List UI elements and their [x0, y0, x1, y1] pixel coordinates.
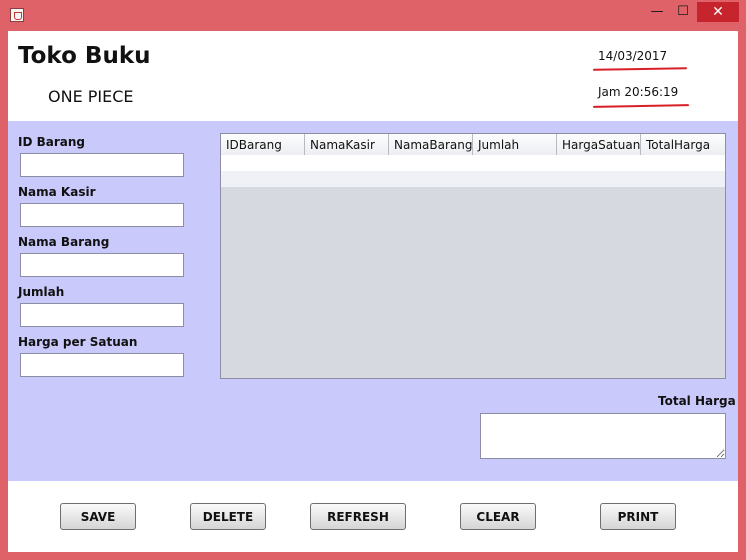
close-button[interactable]: ✕	[697, 2, 739, 22]
store-name-heading: Toko Buku	[18, 43, 151, 69]
id-barang-input[interactable]	[20, 153, 184, 177]
print-button[interactable]: PRINT	[600, 503, 676, 530]
clear-button[interactable]: CLEAR	[460, 503, 536, 530]
table-row[interactable]	[221, 155, 725, 171]
refresh-button[interactable]: REFRESH	[310, 503, 406, 530]
table-row[interactable]	[221, 171, 725, 187]
branch-name: ONE PIECE	[48, 87, 134, 106]
id-barang-label: ID Barang	[18, 135, 85, 149]
title-bar[interactable]: — ☐ ✕	[0, 0, 746, 30]
date-underline-annotation	[592, 67, 688, 71]
time-label: Jam 20:56:19	[598, 85, 679, 99]
column-header-namabarang[interactable]: NamaBarang	[389, 134, 473, 155]
column-header-hargasatuan[interactable]: HargaSatuan	[557, 134, 641, 155]
harga-satuan-input[interactable]	[20, 353, 184, 377]
app-window: — ☐ ✕ Toko Buku ONE PIECE 14/03/2017 Jam…	[0, 0, 746, 560]
nama-kasir-input[interactable]	[20, 203, 184, 227]
form-panel: ID Barang Nama Kasir Nama Barang Jumlah …	[8, 121, 738, 481]
save-button[interactable]: SAVE	[60, 503, 136, 530]
column-header-jumlah[interactable]: Jumlah	[473, 134, 557, 155]
table-header: IDBarang NamaKasir NamaBarang Jumlah Har…	[221, 134, 725, 156]
column-header-namakasir[interactable]: NamaKasir	[305, 134, 389, 155]
transaction-table[interactable]: IDBarang NamaKasir NamaBarang Jumlah Har…	[220, 133, 726, 379]
nama-kasir-label: Nama Kasir	[18, 185, 96, 199]
jumlah-label: Jumlah	[18, 285, 65, 299]
delete-button[interactable]: DELETE	[190, 503, 266, 530]
total-harga-label: Total Harga	[658, 394, 736, 408]
harga-satuan-label: Harga per Satuan	[18, 335, 138, 349]
time-underline-annotation	[592, 104, 690, 108]
column-header-idbarang[interactable]: IDBarang	[221, 134, 305, 155]
java-app-icon	[10, 8, 24, 22]
date-label: 14/03/2017	[598, 49, 668, 63]
maximize-button[interactable]: ☐	[670, 2, 696, 22]
column-header-totalharga[interactable]: TotalHarga	[641, 134, 725, 155]
jumlah-input[interactable]	[20, 303, 184, 327]
nama-barang-label: Nama Barang	[18, 235, 110, 249]
total-harga-field[interactable]	[480, 413, 726, 459]
minimize-button[interactable]: —	[644, 2, 670, 22]
nama-barang-input[interactable]	[20, 253, 184, 277]
window-content: Toko Buku ONE PIECE 14/03/2017 Jam 20:56…	[8, 31, 738, 552]
